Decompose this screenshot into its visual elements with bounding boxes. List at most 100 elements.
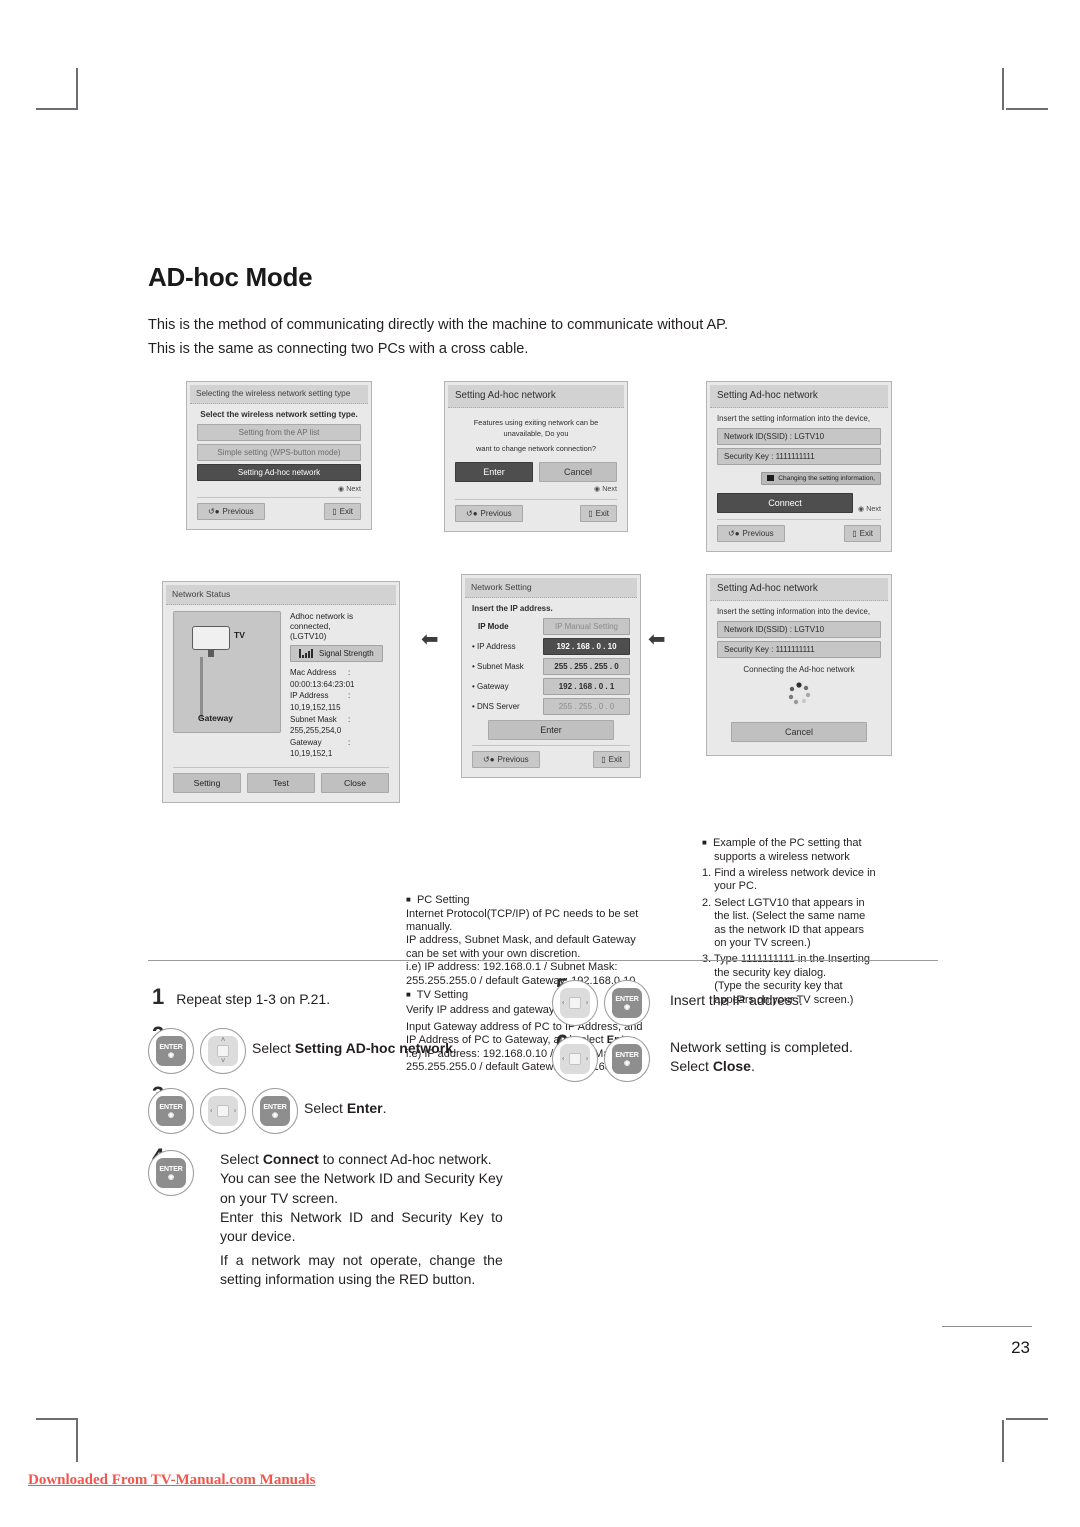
crop-mark-bottom-left-h <box>36 1418 78 1420</box>
step-4-line-1-pre: Select <box>220 1151 263 1167</box>
right-arrow-icon-1: › <box>233 1107 236 1115</box>
enter-label-6: ENTER <box>615 1050 639 1060</box>
exit-button-3[interactable]: ▯ Exit <box>844 525 881 543</box>
pc-setting-line-2: manually. <box>406 920 453 933</box>
ip-mode-value: IP Manual Setting <box>543 618 630 636</box>
step-6-enter-key[interactable]: ENTER ◉ <box>604 1036 650 1082</box>
pc-setting-line-3: IP address, Subnet Mask, and default Gat… <box>406 934 636 947</box>
step-4-line-1-post: to connect Ad-hoc network. <box>318 1151 492 1167</box>
ip-address-value[interactable]: 192 . 168 . 0 . 10 <box>543 638 630 656</box>
steps-divider <box>148 960 938 961</box>
gateway-value[interactable]: 192 . 168 . 0 . 1 <box>543 678 630 696</box>
step-6-close-bold: Close <box>712 1058 751 1075</box>
step-3-leftright-key[interactable]: ‹ › <box>200 1088 246 1134</box>
loading-spinner-icon <box>717 679 881 714</box>
change-setting-tag[interactable]: Changing the setting information, <box>761 471 881 485</box>
step-5-enter-key[interactable]: ENTER ◉ <box>604 980 650 1026</box>
exit-label-4: Exit <box>608 755 622 765</box>
exit-button-2[interactable]: ▯ Exit <box>580 505 617 523</box>
option-simple-wps[interactable]: Simple setting (WPS-button mode) <box>197 444 361 462</box>
bullet-icon-1: ■ <box>406 895 411 905</box>
previous-label-1: Previous <box>222 507 254 517</box>
left-arrow-icon-2: ‹ <box>562 999 565 1007</box>
status-setting-button[interactable]: Setting <box>173 772 241 793</box>
enter-pad-4: ENTER ◉ <box>156 1158 186 1188</box>
dns-server-label: • DNS Server <box>472 702 520 712</box>
pc-example-heading-1: ■ Example of the PC setting that <box>702 837 930 850</box>
previous-icon-1: ↺● <box>208 507 220 517</box>
pc-example-item-5: as the network ID that appears <box>702 923 865 936</box>
step-2-text-pre: Select <box>252 1040 295 1056</box>
exit-icon-4: ▯ <box>601 755 606 765</box>
screen-network-setting-header: Network Setting <box>465 578 637 599</box>
previous-button-1[interactable]: ↺● Previous <box>197 503 265 521</box>
pc-setting-line-1: Internet Protocol(TCP/IP) of PC needs to… <box>406 907 639 920</box>
tv-icon <box>192 626 230 658</box>
ip-mode-label: IP Mode <box>478 622 509 632</box>
red-button-icon <box>767 475 775 482</box>
step-6-line-2-pre: Select <box>670 1058 713 1075</box>
connecting-status: Connecting the Ad-hoc network <box>743 665 855 675</box>
option-ad-hoc[interactable]: Setting Ad-hoc network <box>197 464 361 482</box>
next-hint-2: ◉ Next <box>593 484 617 494</box>
step-2-text: Select Setting AD-hoc network. <box>252 1028 457 1058</box>
enter-pad-3: ENTER ◉ <box>260 1096 290 1126</box>
status-test-button[interactable]: Test <box>247 772 315 793</box>
subnet-mask-value[interactable]: 255 . 255 . 255 . 0 <box>543 658 630 676</box>
step-4: 4 ENTER◉ Select Connect to connect Ad-ho… <box>148 1144 568 1289</box>
exit-button-4[interactable]: ▯ Exit <box>593 751 630 769</box>
signal-strength-label: Signal Strength <box>319 649 374 659</box>
previous-button-2[interactable]: ↺● Previous <box>455 505 523 523</box>
step-4-enter-key[interactable]: ENTER ◉ <box>148 1150 194 1196</box>
exit-button-1[interactable]: ▯ Exit <box>324 503 361 521</box>
dns-server-value[interactable]: 255 . 255 . 0 . 0 <box>543 698 630 716</box>
connecting-cancel-button[interactable]: Cancel <box>731 722 867 743</box>
status-subnet-mask-label: Subnet Mask <box>290 714 337 724</box>
previous-button-3[interactable]: ↺● Previous <box>717 525 785 543</box>
option-ap-list[interactable]: Setting from the AP list <box>197 424 361 442</box>
exit-icon-1: ▯ <box>332 507 337 517</box>
confirm-enter-button[interactable]: Enter <box>455 462 533 483</box>
status-close-button[interactable]: Close <box>321 772 389 793</box>
step-3-enter-key-1[interactable]: ENTER ◉ <box>148 1088 194 1134</box>
nav-pad-leftright-3: ‹ › <box>560 1044 590 1074</box>
connect-button[interactable]: Connect <box>717 493 853 514</box>
step-6-leftright-key[interactable]: ‹ › <box>552 1036 598 1082</box>
step-4-line-1: Select Connect to connect Ad-hoc network… <box>220 1150 503 1169</box>
step-3-text: Select Enter. <box>304 1088 387 1118</box>
pc-example-item-4: the list. (Select the same name <box>702 910 866 923</box>
step-2-enter-key[interactable]: ENTER ◉ <box>148 1028 194 1074</box>
enter-pad-5: ENTER ◉ <box>612 988 642 1018</box>
crop-mark-top-right-h <box>1006 108 1048 110</box>
step-5-text: Insert the IP address. <box>670 992 803 1008</box>
enter-label-4: ENTER <box>159 1164 183 1174</box>
page-content: AD-hoc Mode This is the method of commun… <box>148 262 938 1073</box>
pc-example-item-1: 1. Find a wireless network device in <box>702 866 876 879</box>
step-6-line-2-post: . <box>750 1058 755 1075</box>
previous-button-4[interactable]: ↺● Previous <box>472 751 540 769</box>
previous-label-4: Previous <box>497 755 529 765</box>
security-key-field-2: Security Key : 1111111111 <box>717 641 881 659</box>
step-3-enter-key-2[interactable]: ENTER ◉ <box>252 1088 298 1134</box>
enter-pad-6: ENTER ◉ <box>612 1044 642 1074</box>
page-number-rule <box>942 1326 1032 1327</box>
connection-status-line-1: Adhoc network is connected, <box>290 611 354 632</box>
step-4-line-2: You can see the Network ID and Security … <box>220 1170 503 1187</box>
confirm-cancel-button[interactable]: Cancel <box>539 462 617 483</box>
enter-dot-3: ◉ <box>272 1111 278 1119</box>
step-1-text: Repeat step 1-3 on P.21. <box>176 991 331 1007</box>
step-5-leftright-key[interactable]: ‹ › <box>552 980 598 1026</box>
crop-mark-bottom-right-v <box>1002 1420 1004 1462</box>
step-4-line-7: setting information using the RED button… <box>220 1270 476 1287</box>
page-number: 23 <box>1011 1338 1030 1357</box>
step-1: 1 Repeat step 1-3 on P.21. <box>152 982 572 1011</box>
download-source-footer: Downloaded From TV-Manual.com Manuals <box>28 1472 316 1488</box>
screen-connecting-header: Setting Ad-hoc network <box>710 578 888 602</box>
screen-network-setting: Network Setting Insert the IP address. I… <box>461 574 641 779</box>
step-2-updown-key[interactable]: ˄ ˅ <box>200 1028 246 1074</box>
change-setting-label: Changing the setting information, <box>778 474 875 482</box>
step-5: 5 ‹ › ENTER◉ Insert the IP address. <box>552 974 938 1026</box>
network-setting-enter-button[interactable]: Enter <box>488 720 614 741</box>
screen-confirm-message-2: want to change network connection? <box>476 444 596 454</box>
exit-label-3: Exit <box>859 529 873 539</box>
